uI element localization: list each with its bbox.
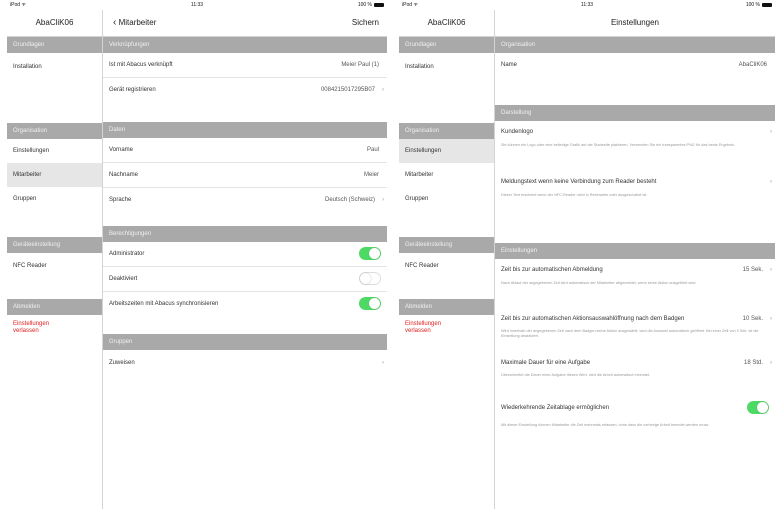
section-daten: Daten — [103, 122, 387, 138]
battery-icon — [374, 3, 384, 7]
sidebar-section-geraeteeinstellung: Geräteeinstellung — [399, 237, 494, 253]
sidebar-item-gruppen[interactable]: Gruppen — [7, 187, 102, 211]
sidebar-item-gruppen[interactable]: Gruppen — [399, 187, 494, 211]
chevron-right-icon: › — [770, 267, 772, 273]
recurring-time-toggle[interactable] — [747, 401, 769, 414]
zuweisen-row[interactable]: Zuweisen › — [103, 350, 387, 376]
kundenlogo-row[interactable]: Kundenlogo › — [495, 121, 775, 143]
back-button[interactable]: ‹ Mitarbeiter — [113, 10, 156, 36]
sync-toggle[interactable] — [359, 297, 381, 310]
sidebar-item-nfc-reader[interactable]: NFC Reader — [7, 253, 102, 279]
battery-icon — [762, 3, 772, 7]
save-button[interactable]: Sichern — [352, 10, 379, 36]
chevron-right-icon: › — [770, 316, 772, 322]
page-title: Einstellungen — [610, 18, 660, 27]
sidebar-section-organisation: Organisation — [399, 123, 494, 139]
sidebar-item-mitarbeiter[interactable]: Mitarbeiter — [399, 163, 494, 187]
sidebar-item-installation[interactable]: Installation — [7, 53, 102, 103]
sidebar-item-installation[interactable]: Installation — [399, 53, 494, 103]
right-screen: iPod ᯤ 11:33 100 % AbaCliK06 Grundlagen … — [399, 0, 775, 509]
name-field[interactable]: Name AbaCliK06 — [495, 53, 775, 99]
detail-navbar: ‹ Mitarbeiter Sichern — [103, 10, 387, 37]
sidebar-navbar: AbaCliK06 — [399, 10, 494, 37]
auto-logout-description: Nach Ablauf der angegebenen Zeit wird au… — [501, 281, 697, 285]
section-einstellungen: Einstellungen — [495, 243, 775, 259]
recurring-time-row: Wiederkehrende Zeitablage ermöglichen — [495, 397, 775, 419]
sidebar: AbaCliK06 Grundlagen Installation Organi… — [7, 10, 103, 509]
time-label: 11:33 — [190, 2, 204, 8]
sidebar-section-grundlagen: Grundlagen — [7, 37, 102, 53]
abacus-link-row[interactable]: Ist mit Abacus verknüpft Meier Paul (1) — [103, 53, 387, 78]
vorname-field[interactable]: Vorname Paul — [103, 138, 387, 163]
settings-detail: Einstellungen Organisation Name AbaCliK0… — [495, 10, 775, 509]
meldungstext-row[interactable]: Meldungstext wenn keine Verbindung zum R… — [495, 171, 775, 193]
section-organisation: Organisation — [495, 37, 775, 53]
kundenlogo-description: Sie können ein Logo oder eine beliebige … — [501, 143, 735, 147]
left-screen: iPod ᯤ 11:33 100 % AbaCliK06 Grundlagen … — [7, 0, 387, 509]
sidebar-section-grundlagen: Grundlagen — [399, 37, 494, 53]
admin-row: Administrator — [103, 242, 387, 267]
max-task-duration-description: Überschreitet die Dauer einer Aufgabe di… — [501, 373, 651, 377]
sidebar-item-einstellungen[interactable]: Einstellungen — [399, 139, 494, 163]
employee-detail: ‹ Mitarbeiter Sichern Verknüpfungen Ist … — [103, 10, 387, 509]
sidebar-item-nfc-reader[interactable]: NFC Reader — [399, 253, 494, 279]
sidebar-item-mitarbeiter[interactable]: Mitarbeiter — [7, 163, 102, 187]
section-berechtigungen: Berechtigungen — [103, 226, 387, 242]
chevron-right-icon: › — [382, 360, 384, 366]
section-gruppen: Gruppen — [103, 334, 387, 350]
recurring-time-description: Mit dieser Einstellung können Mitarbeite… — [501, 423, 710, 427]
sync-row: Arbeitszeiten mit Abacus synchronisieren — [103, 292, 387, 316]
chevron-right-icon: › — [770, 179, 772, 185]
sidebar-title: AbaCliK06 — [35, 18, 74, 27]
admin-toggle[interactable] — [359, 247, 381, 260]
nachname-field[interactable]: Nachname Meier — [103, 163, 387, 188]
sidebar-item-einstellungen[interactable]: Einstellungen — [7, 139, 102, 163]
chevron-right-icon: › — [382, 87, 384, 93]
max-task-duration-row[interactable]: Maximale Dauer für eine Aufgabe 18 Std. … — [495, 353, 775, 373]
battery-indicator: 100 % — [746, 0, 772, 10]
section-darstellung: Darstellung — [495, 105, 775, 121]
chevron-right-icon: › — [382, 197, 384, 203]
section-verknuepfungen: Verknüpfungen — [103, 37, 387, 53]
sidebar-section-abmelden: Abmelden — [7, 299, 102, 315]
status-bar: iPod ᯤ 11:33 100 % — [7, 0, 387, 10]
meldungstext-description: Dieser Text erscheint wenn der NFC-Reade… — [501, 193, 648, 197]
sidebar-item-exit-settings[interactable]: Einstellungen verlassen — [399, 315, 455, 349]
status-bar: iPod ᯤ 11:33 100 % — [399, 0, 775, 10]
sidebar-navbar: AbaCliK06 — [7, 10, 102, 37]
auto-logout-row[interactable]: Zeit bis zur automatischen Abmeldung 15 … — [495, 259, 775, 281]
sidebar-title: AbaCliK06 — [427, 18, 466, 27]
chevron-right-icon: › — [770, 129, 772, 135]
sidebar-section-abmelden: Abmelden — [399, 299, 494, 315]
time-label: 11:33 — [580, 2, 594, 8]
sidebar-section-organisation: Organisation — [7, 123, 102, 139]
sidebar-item-exit-settings[interactable]: Einstellungen verlassen — [7, 315, 63, 349]
chevron-left-icon: ‹ — [113, 17, 117, 28]
sprache-row[interactable]: Sprache Deutsch (Schweiz) › — [103, 188, 387, 212]
chevron-right-icon: › — [770, 360, 772, 366]
device-register-row[interactable]: Gerät registrieren 0084215017295B07 › — [103, 78, 387, 102]
deaktiviert-toggle[interactable] — [359, 272, 381, 285]
auto-action-open-description: Wird innerhalb der angegebenen Zeit nach… — [501, 329, 759, 338]
battery-indicator: 100 % — [358, 0, 384, 10]
deaktiviert-row: Deaktiviert — [103, 267, 387, 292]
sidebar: AbaCliK06 Grundlagen Installation Organi… — [399, 10, 495, 509]
auto-action-open-row[interactable]: Zeit bis zur automatischen Aktionsauswah… — [495, 309, 775, 329]
sidebar-section-geraeteeinstellung: Geräteeinstellung — [7, 237, 102, 253]
detail-navbar: Einstellungen — [495, 10, 775, 37]
